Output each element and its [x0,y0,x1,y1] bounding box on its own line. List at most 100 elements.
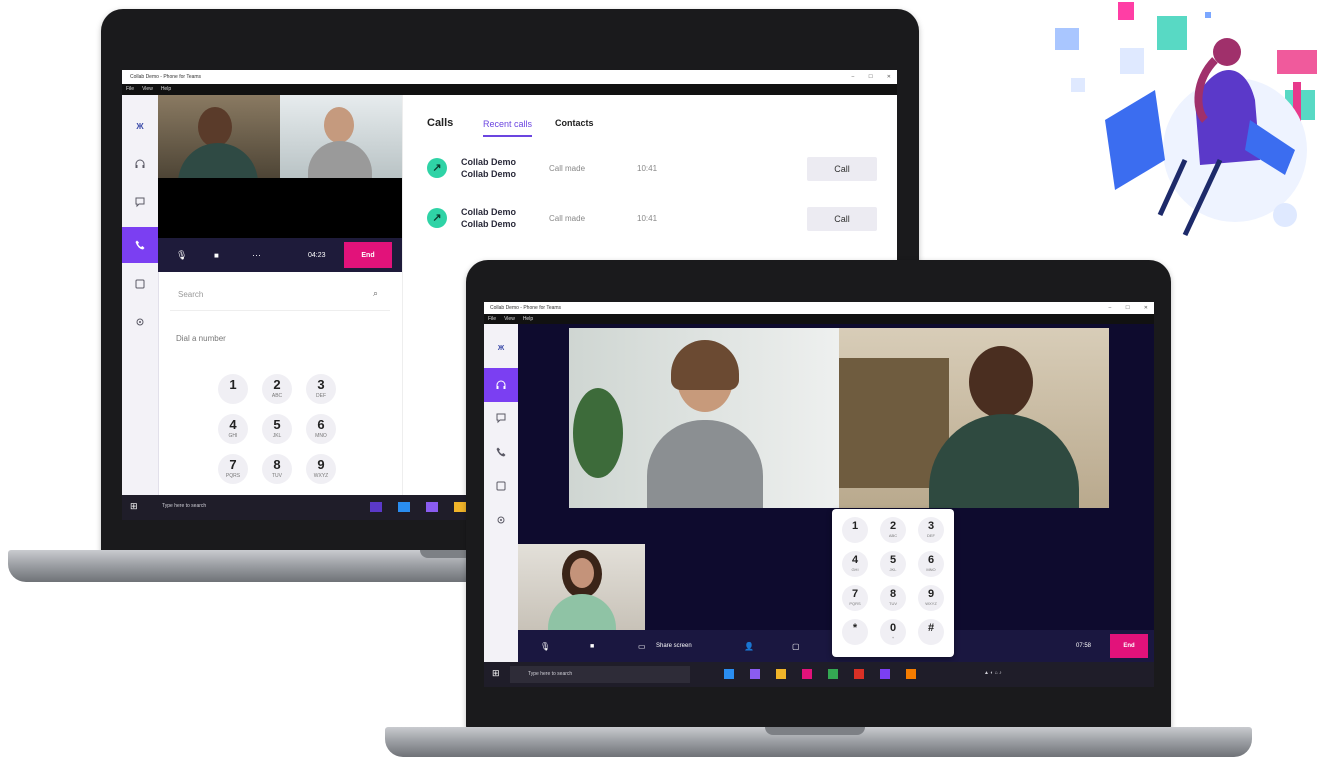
menu-help[interactable]: Help [523,314,533,324]
taskbar-app-icon[interactable] [776,669,786,679]
dial-key[interactable]: 2 ABC [880,517,906,543]
camera-icon[interactable]: ■ [590,643,594,650]
dial-key[interactable]: 7 PQRS [842,585,868,611]
dial-key[interactable]: 9 WXYZ [306,454,336,484]
dial-key[interactable]: 5 JKL [262,414,292,444]
participant-face [570,558,594,588]
end-call-button[interactable]: End [344,242,392,268]
rail-chat[interactable] [122,191,158,213]
taskbar-search-text[interactable]: Type here to search [162,503,206,509]
taskbar-app-icon[interactable] [828,669,838,679]
rail-headset[interactable] [122,153,158,175]
dial-key[interactable]: 8 TUV [880,585,906,611]
camera-icon[interactable]: ■ [214,251,219,260]
rail-contacts[interactable] [122,273,158,295]
menu-view[interactable]: View [504,314,515,324]
minimize-icon[interactable]: – [852,70,855,84]
right-window-title: Collab Demo - Phone for Teams [490,305,562,311]
call-button[interactable]: Call [807,207,877,231]
menu-view[interactable]: View [142,84,153,95]
dial-key-letters: MNO [926,567,936,572]
dial-key-digit: 4 [851,554,859,566]
video-black-area [158,178,402,238]
menu-help[interactable]: Help [161,84,171,95]
dial-key[interactable]: 1 [218,374,248,404]
participant-body [548,594,616,630]
windows-start-icon[interactable]: ⊞ [492,668,500,679]
dial-key[interactable]: 9 WXYZ [918,585,944,611]
rail-contacts[interactable] [484,476,518,496]
contact-name-secondary: Collab Demo [461,169,517,179]
right-laptop-notch [765,727,865,735]
dial-key-letters: + [891,635,895,640]
dial-key[interactable]: # [918,619,944,645]
search-field[interactable]: Search ⌕ [170,280,390,311]
dial-key[interactable]: 2 ABC [262,374,292,404]
dial-key[interactable]: 5 JKL [880,551,906,577]
dial-key[interactable]: 6 MNO [918,551,944,577]
dial-input[interactable]: Dial a number [170,326,390,350]
taskbar-search-box[interactable]: Type here to search [510,666,690,683]
call-timer: 04:23 [308,251,326,259]
maximize-icon[interactable]: ☐ [1125,302,1129,314]
taskbar-app-icon[interactable] [724,669,734,679]
dial-key-digit: 2 [889,520,897,532]
dial-key[interactable]: 3 DEF [918,517,944,543]
call-button[interactable]: Call [807,157,877,181]
windows-start-icon[interactable]: ⊞ [130,501,138,512]
close-icon[interactable]: ✕ [887,70,891,84]
minimize-icon[interactable]: – [1109,302,1112,314]
rail-settings[interactable] [484,510,518,530]
right-screen: Collab Demo - Phone for Teams – ☐ ✕ File… [484,302,1154,687]
dial-key[interactable]: 4 GHI [218,414,248,444]
chat-bubble-icon[interactable]: ▢ [792,642,800,651]
taskbar-app-icon[interactable] [370,502,382,512]
dial-key[interactable]: * [842,619,868,645]
dial-key[interactable]: 0 + [880,619,906,645]
participants-icon[interactable]: 👤 [744,642,754,651]
dial-key[interactable]: 3 DEF [306,374,336,404]
recent-call-row: ↗ Collab Demo Collab Demo Call made 10:41 Cal… [403,200,897,240]
dial-key-letters: ABC [271,393,283,399]
menu-file[interactable]: File [126,84,134,95]
rail-calls[interactable] [122,227,158,263]
rail-settings[interactable] [122,311,158,333]
dial-key-letters: WXYZ [313,473,329,479]
dial-key-digit: 8 [889,588,897,600]
menu-file[interactable]: File [488,314,496,324]
taskbar-app-icon[interactable] [854,669,864,679]
dial-key-digit: 6 [317,417,325,432]
dial-key[interactable]: 1 [842,517,868,543]
taskbar-app-icon[interactable] [906,669,916,679]
dial-key[interactable]: 7 PQRS [218,454,248,484]
taskbar-app-icon[interactable] [880,669,890,679]
taskbar-app-icon[interactable] [398,502,410,512]
rail-headset[interactable] [484,368,518,402]
close-icon[interactable]: ✕ [1144,302,1148,314]
mic-icon[interactable]: 🎙 [176,250,187,261]
rail-calls[interactable] [484,442,518,462]
dial-key[interactable]: 6 MNO [306,414,336,444]
search-icon[interactable]: ⌕ [373,288,378,299]
dial-key-digit: 7 [229,457,237,472]
search-placeholder: Search [178,290,204,299]
tab-recent-calls[interactable]: Recent calls [483,119,533,137]
more-icon[interactable]: ··· [252,250,261,260]
dial-key[interactable]: 4 GHI [842,551,868,577]
share-screen-icon[interactable]: ▭ [638,642,646,651]
taskbar-app-icon[interactable] [802,669,812,679]
maximize-icon[interactable]: ☐ [868,70,872,84]
video-tile-man [839,328,1109,508]
mic-icon[interactable]: 🎙 [540,642,550,651]
self-view-tile [518,544,645,630]
end-call-button[interactable]: End [1110,634,1148,658]
tab-contacts[interactable]: Contacts [555,118,594,128]
rail-chat[interactable] [484,408,518,428]
taskbar-app-icon[interactable] [454,502,466,512]
taskbar-app-icon[interactable] [750,669,760,679]
tab-calls[interactable]: Calls [427,117,453,129]
call-timer: 07:58 [1076,643,1092,649]
dial-key[interactable]: 8 TUV [262,454,292,484]
taskbar-app-icon[interactable] [426,502,438,512]
share-screen-label[interactable]: Share screen [656,643,692,649]
